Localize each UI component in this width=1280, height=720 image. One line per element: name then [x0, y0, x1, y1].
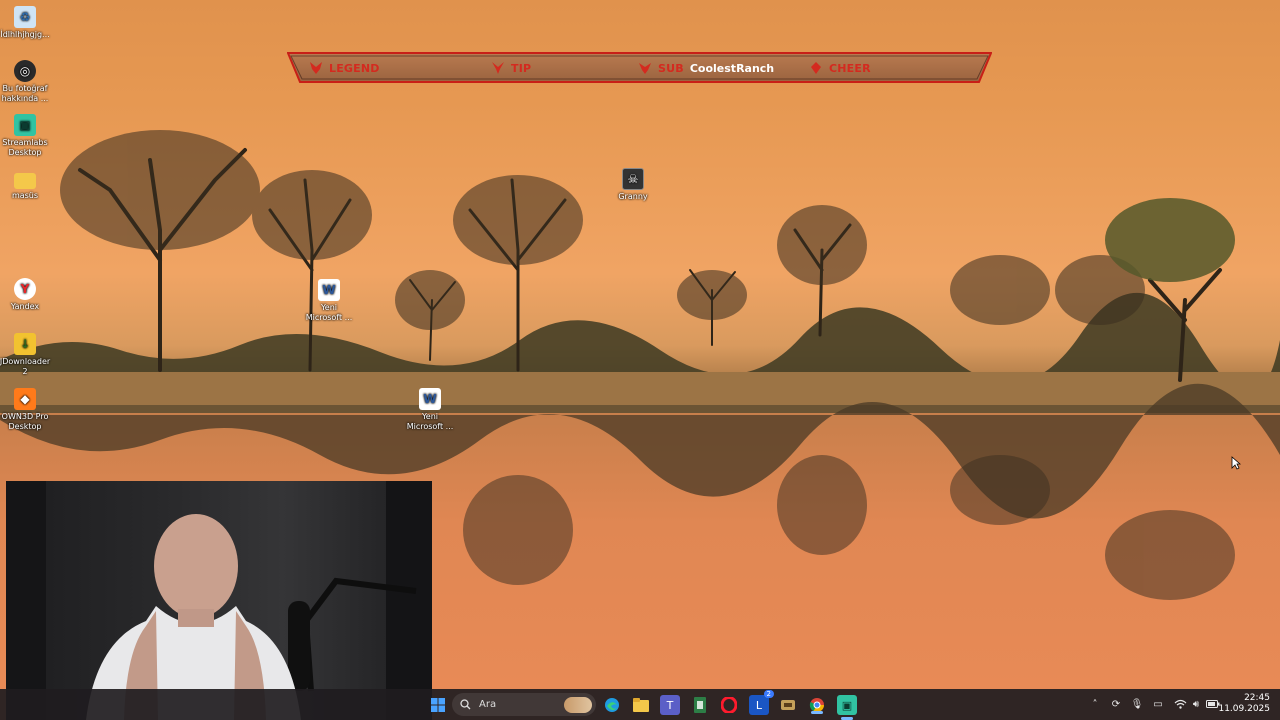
taskbar-search-box[interactable]: Ara	[452, 693, 596, 716]
desktop-icon-label: masüs	[11, 191, 39, 200]
webcam-overlay	[6, 481, 432, 720]
tray-sync[interactable]: ⟳	[1108, 696, 1124, 712]
taskbar-opera[interactable]	[719, 695, 739, 715]
alert-cheer: CHEER	[809, 61, 871, 75]
streamlabs-icon: ▣	[14, 114, 36, 136]
cheer-emblem-icon	[811, 62, 821, 74]
taskbar-teams[interactable]: T	[660, 695, 680, 715]
file-explorer-icon	[633, 698, 649, 712]
word-document-icon: W	[318, 279, 340, 301]
teams-icon: T	[666, 698, 674, 712]
taskbar-app-green[interactable]	[690, 695, 710, 715]
word-document-icon: W	[419, 388, 441, 410]
opera-browser-icon	[721, 697, 737, 713]
own3d-icon: ◆	[14, 388, 36, 410]
clock-date: 11.09.2025	[1218, 704, 1270, 714]
chevron-up-icon: ˄	[1092, 698, 1098, 710]
legend-emblem-icon	[310, 62, 322, 74]
desktop-icon-label: Yeni Microsoft ...	[406, 412, 454, 431]
speaker-icon: 🔊︎	[1192, 698, 1200, 710]
photo-info-icon: ◎	[14, 60, 36, 82]
taskbar-edge[interactable]	[602, 695, 622, 715]
desktop-icon-word-document-1[interactable]: W Yeni Microsoft ...	[303, 279, 355, 323]
sub-label: SUB	[658, 61, 684, 75]
desktop-icon-jdownloader[interactable]: ↓ JDownloader 2	[0, 333, 51, 377]
taskbar-streamlabs[interactable]: ▣	[837, 695, 857, 720]
desktop-icon-own3d[interactable]: ◆ OWN3D Pro Desktop	[0, 388, 51, 432]
folder-icon	[14, 173, 36, 189]
tray-wifi[interactable]	[1172, 696, 1188, 712]
tray-overflow-chevron[interactable]: ˄	[1087, 696, 1103, 712]
tray-volume[interactable]: 🔊︎	[1188, 696, 1204, 712]
search-placeholder: Ara	[479, 699, 497, 710]
edge-browser-icon	[605, 698, 619, 712]
display-icon: ▭	[1153, 698, 1163, 710]
sub-emblem-icon	[639, 63, 651, 74]
desktop-icon-label: JDownloader 2	[0, 357, 51, 376]
desktop-icon-label: Yeni Microsoft ...	[305, 303, 353, 322]
game-app-icon	[781, 700, 795, 710]
taskbar-file-explorer[interactable]	[631, 695, 651, 715]
document-app-icon	[694, 697, 706, 713]
stream-alert-bar: LEGEND TIP SUB CoolestRanch CHEER	[287, 52, 992, 84]
active-indicator	[811, 711, 823, 714]
desktop-icon-granny[interactable]: ☠ Granny	[607, 168, 659, 202]
tip-label: TIP	[511, 61, 532, 75]
blue-app-icon: L	[755, 698, 763, 712]
taskbar-clock[interactable]: 22:45 11.09.2025	[1218, 693, 1270, 715]
desktop-icon-label: Granny	[618, 192, 648, 201]
desktop-icon-streamlabs[interactable]: ▣ Streamlabs Desktop	[0, 114, 51, 158]
alert-legend: LEGEND	[309, 61, 380, 75]
recycle-bin-icon: ♻	[14, 6, 36, 28]
wifi-icon	[1174, 699, 1186, 709]
clock-time: 22:45	[1244, 693, 1270, 703]
alert-tip: TIP	[491, 61, 531, 75]
jdownloader-icon: ↓	[14, 333, 36, 355]
windows-logo-icon	[431, 698, 445, 712]
windows-taskbar: Ara T L 2 ▣ ˄ ⟳ 🎙︎ ▭ 🔊︎ 22:45 11.09.2025	[0, 689, 1280, 720]
desktop-icon-folder[interactable]: masüs	[0, 170, 51, 201]
search-icon	[460, 699, 471, 710]
tray-microphone[interactable]: 🎙︎	[1129, 696, 1145, 712]
microphone-icon: 🎙︎	[1130, 698, 1144, 710]
desktop-icon-photo-info[interactable]: ◎ Bu fotoğraf hakkında ...	[0, 60, 51, 104]
yandex-icon: Y	[14, 278, 36, 300]
desktop-icon-yandex[interactable]: Y Yandex	[0, 278, 51, 312]
desktop-icon-label: Yandex	[10, 302, 40, 311]
search-highlight-image	[564, 696, 592, 713]
streamlabs-icon: ▣	[841, 698, 853, 712]
cheer-label: CHEER	[829, 61, 871, 75]
taskbar-app-blue[interactable]: L 2	[749, 690, 774, 715]
mouse-cursor-icon	[1231, 456, 1241, 470]
streamer-webcam-feed	[6, 481, 432, 720]
desktop-icon-label: Streamlabs Desktop	[2, 138, 48, 157]
desktop-icon-label: Bu fotoğraf hakkında ...	[1, 84, 49, 103]
notification-badge: 2	[763, 690, 774, 698]
sub-username: CoolestRanch	[689, 61, 775, 75]
taskbar-chrome[interactable]	[807, 695, 827, 715]
taskbar-app-game[interactable]	[778, 695, 798, 715]
sync-icon: ⟳	[1111, 698, 1121, 710]
desktop-icon-word-document-2[interactable]: W Yeni Microsoft ...	[404, 388, 456, 432]
tray-display[interactable]: ▭	[1150, 696, 1166, 712]
desktop-icon-recycle-bin[interactable]: ♻ İdlhlhjhgjg...	[0, 6, 51, 40]
tip-emblem-icon	[492, 62, 504, 74]
start-button[interactable]	[428, 695, 448, 715]
legend-label: LEGEND	[329, 61, 380, 75]
desktop-icon-label: OWN3D Pro Desktop	[1, 412, 49, 431]
alert-sub: SUB CoolestRanch	[638, 61, 774, 75]
granny-game-icon: ☠	[622, 168, 644, 190]
desktop-icon-label: İdlhlhjhgjg...	[0, 30, 50, 39]
